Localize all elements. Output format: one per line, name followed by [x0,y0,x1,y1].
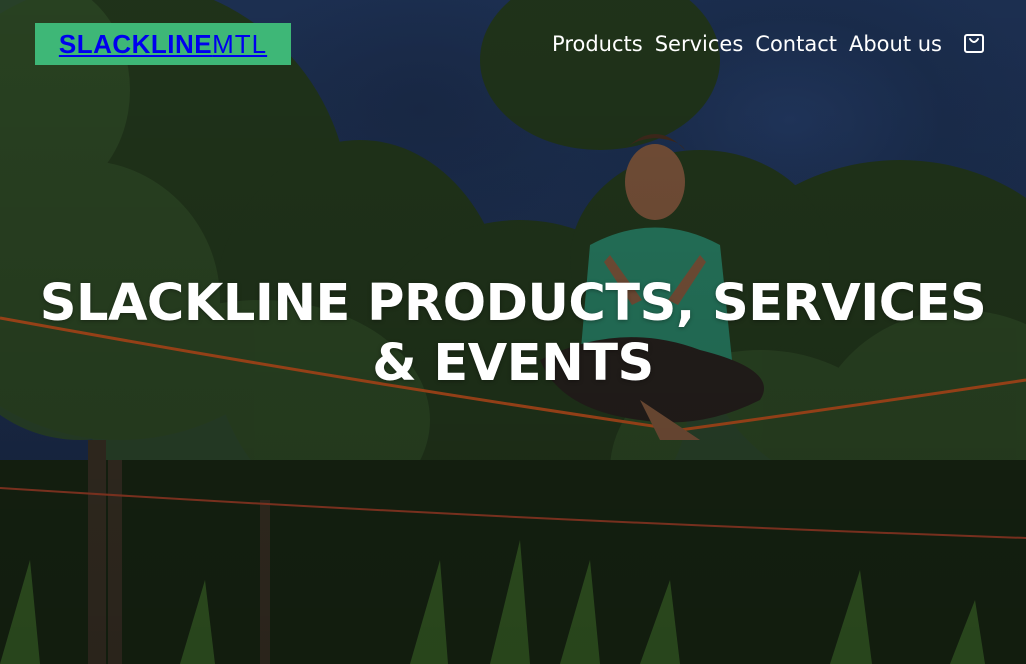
logo-text-bold: SLACKLINE [58,28,213,59]
logo-text-light: MTL [212,28,268,59]
main-navigation: Products Services Contact About us [552,30,942,58]
hero-title: SLACKLINE PRODUCTS, SERVICES & EVENTS [0,274,1026,394]
nav-link-contact[interactable]: Contact [755,30,837,58]
cart-button[interactable] [963,30,985,54]
brand-logo[interactable]: SLACKLINE MTL [35,23,291,65]
nav-link-products[interactable]: Products [552,30,643,58]
nav-link-services[interactable]: Services [655,30,744,58]
nav-link-about-us[interactable]: About us [849,30,942,58]
hero-title-line-1: SLACKLINE PRODUCTS, SERVICES [39,274,987,333]
hero-title-line-2: & EVENTS [372,334,654,393]
shopping-bag-icon [964,34,984,53]
